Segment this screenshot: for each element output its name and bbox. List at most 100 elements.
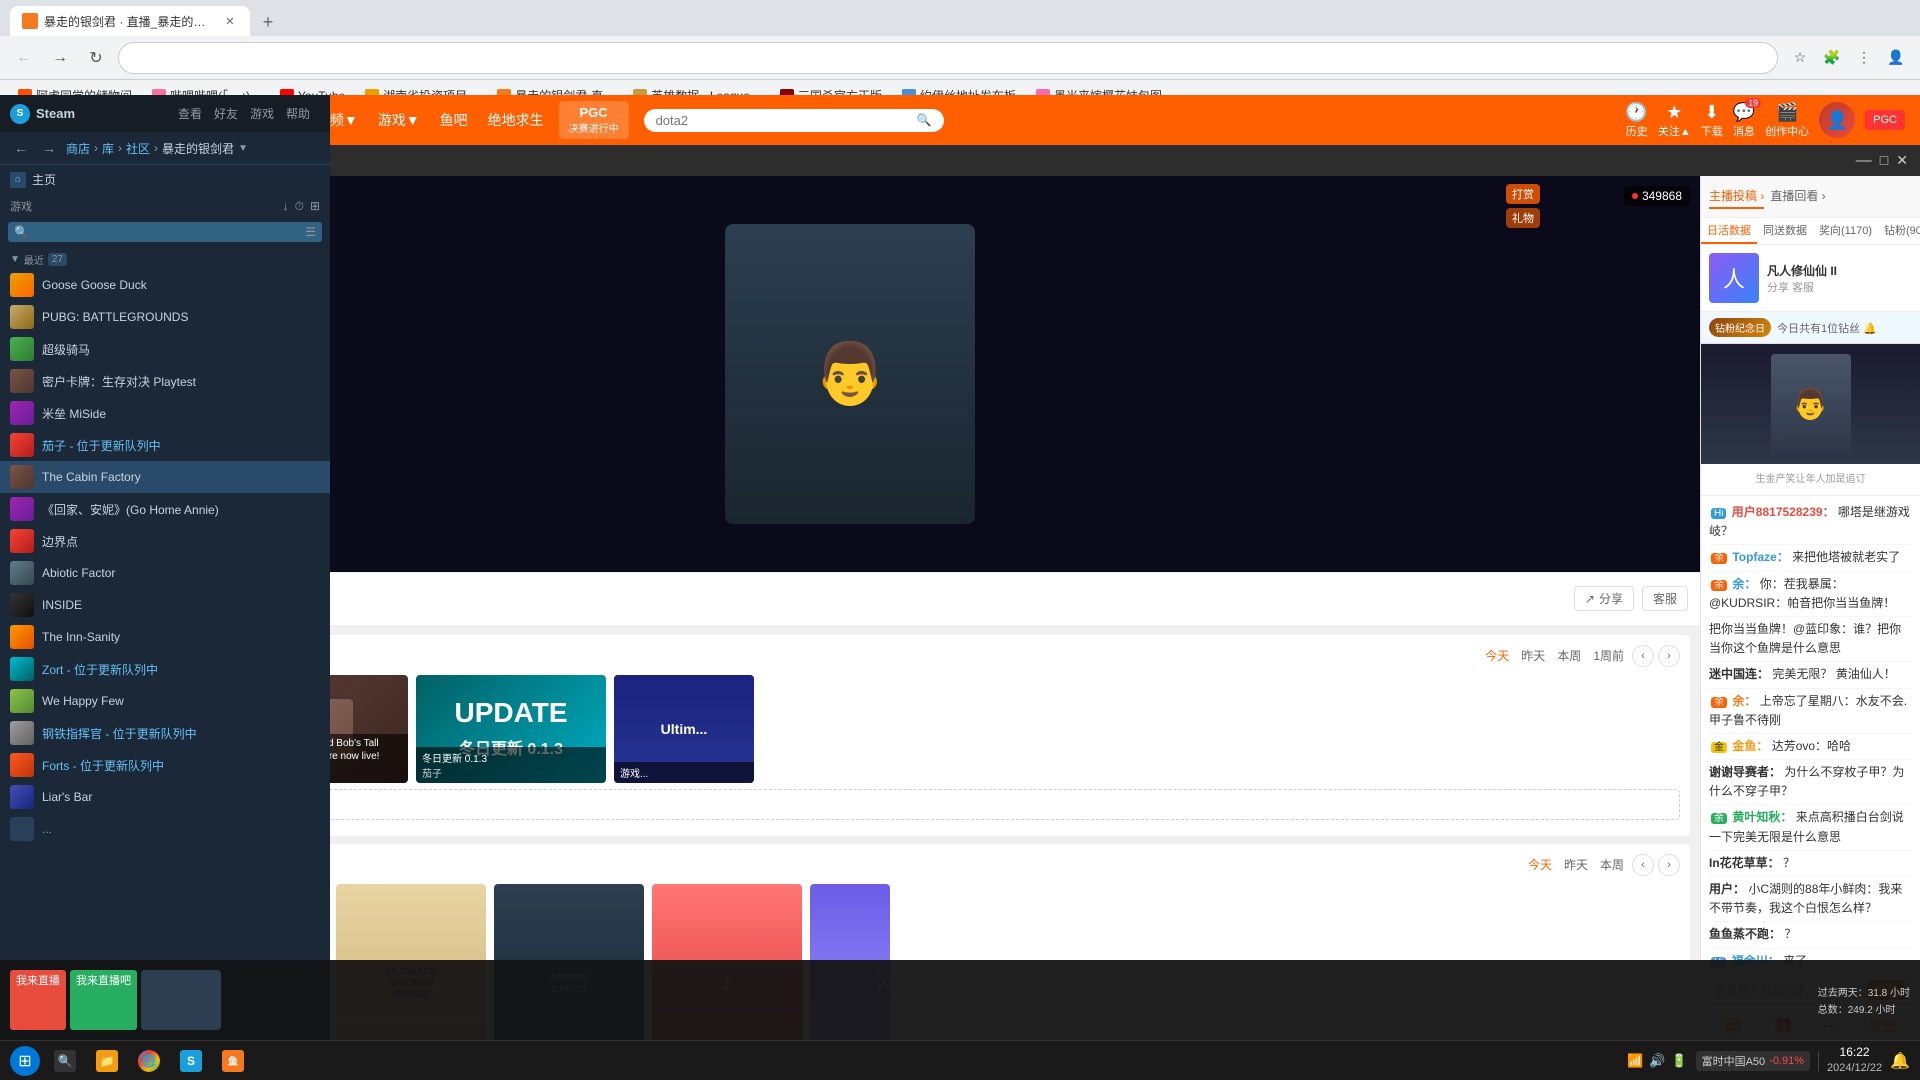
data-tab-prize[interactable]: 奖向(1170): [1813, 218, 1878, 244]
recent-next-btn[interactable]: ›: [1658, 854, 1680, 876]
steam-breadcrumb-current[interactable]: 暴走的银剑君 ▼: [162, 140, 248, 157]
news-item-4[interactable]: Ultim... 游戏...: [614, 675, 754, 783]
creator-btn[interactable]: 🎬 创作中心: [1765, 102, 1809, 139]
profile-icon[interactable]: 👤: [1882, 44, 1910, 72]
game-item-inn[interactable]: The Inn-Sanity: [0, 621, 330, 653]
bookmark-star-icon[interactable]: ☆: [1786, 44, 1814, 72]
steam-nav-view[interactable]: 查看: [178, 105, 202, 122]
steam-breadcrumb-library[interactable]: 库: [102, 140, 114, 157]
game-item-zort[interactable]: Zort - 位于更新队列中: [0, 653, 330, 685]
inn-name: The Inn-Sanity: [42, 630, 320, 644]
follow-btn[interactable]: ★ 关注▲: [1658, 102, 1691, 139]
download-btn[interactable]: ⬇ 下载: [1701, 102, 1723, 139]
date-tab-today[interactable]: 今天: [1485, 647, 1509, 664]
address-input[interactable]: douyu.com/2517837_r=0.34346788679809&dys…: [131, 50, 1765, 65]
start-btn[interactable]: ⊞: [10, 1046, 40, 1076]
game-item-unknown[interactable]: ...: [0, 813, 330, 845]
news-prev-btn[interactable]: ‹: [1632, 645, 1654, 667]
active-tab[interactable]: 暴走的银剑君 · 直播_暴走的银... - Douyu ✕: [10, 6, 250, 36]
date-tab-yesterday[interactable]: 昨天: [1521, 647, 1545, 664]
steam-back-btn[interactable]: ←: [10, 138, 32, 158]
game-item-pubg[interactable]: PUBG: BATTLEGROUNDS: [0, 301, 330, 333]
nav-fishbar[interactable]: 鱼吧: [440, 106, 468, 134]
recent-prev-btn[interactable]: ‹: [1632, 854, 1654, 876]
game-item-gohome[interactable]: 《回家、安妮》(Go Home Annie): [0, 493, 330, 525]
history-btn[interactable]: 🕐 历史: [1625, 102, 1647, 139]
section-expand-icon[interactable]: ▼: [10, 254, 20, 265]
steam-breadcrumb-store[interactable]: 商店: [66, 140, 90, 157]
search-submit-icon[interactable]: 🔍: [917, 113, 932, 127]
forward-btn[interactable]: →: [46, 44, 74, 72]
volume-icon[interactable]: 🔊: [1649, 1053, 1665, 1069]
network-icon[interactable]: 📶: [1627, 1053, 1643, 1069]
maximize-btn[interactable]: □: [1880, 152, 1888, 170]
game-item-inside[interactable]: INSIDE: [0, 589, 330, 621]
game-item-horse[interactable]: 超级骑马: [0, 333, 330, 365]
douyu-pgc[interactable]: PGC 决赛进行中: [559, 101, 629, 139]
report-btn[interactable]: 客服: [1642, 586, 1688, 611]
taskbar-douyu[interactable]: 鱼: [216, 1045, 250, 1077]
steam-nav-help[interactable]: 帮助: [286, 105, 310, 122]
taskbar-search[interactable]: 🔍: [48, 1045, 82, 1077]
extension-icon[interactable]: 🧩: [1818, 44, 1846, 72]
game-item-happy[interactable]: We Happy Few: [0, 685, 330, 717]
news-item-3[interactable]: UPDATE冬日更新 0.1.3 冬日更新 0.1.3 茄子: [416, 675, 606, 783]
game-item-forts[interactable]: Forts - 位于更新队列中: [0, 749, 330, 781]
game-sort-icon[interactable]: ↓: [283, 199, 289, 214]
steam-nav-friends[interactable]: 好友: [214, 105, 238, 122]
message-btn[interactable]: 💬 消息 19: [1733, 102, 1755, 139]
recent-tab-yesterday[interactable]: 昨天: [1564, 856, 1588, 873]
share-btn[interactable]: ↗ 分享: [1574, 586, 1634, 611]
taskbar-files[interactable]: 📁: [90, 1045, 124, 1077]
gift-btn-overlay[interactable]: 礼物: [1506, 208, 1540, 228]
recent-tab-week[interactable]: 本周: [1600, 856, 1624, 873]
steam-nav-games[interactable]: 游戏: [250, 105, 274, 122]
nav-games[interactable]: 游戏▼: [378, 106, 420, 134]
grid-icon[interactable]: ⊞: [310, 199, 320, 214]
game-search-input[interactable]: [33, 225, 301, 239]
menu-icon[interactable]: ⋮: [1850, 44, 1878, 72]
taskbar-steam[interactable]: S: [174, 1045, 208, 1077]
game-list: ▼ 最近 27 Goose Goose Duck PUBG: BATTLEGRO…: [0, 246, 330, 1011]
recent-tab-today[interactable]: 今天: [1528, 856, 1552, 873]
game-item-abiotic[interactable]: Abiotic Factor: [0, 557, 330, 589]
date-tab-lastweek[interactable]: 1周前: [1593, 647, 1624, 664]
game-item-steel[interactable]: 钢铁指挥官 - 位于更新队列中: [0, 717, 330, 749]
user-avatar[interactable]: 👤: [1819, 102, 1855, 138]
steam-logo: S Steam: [10, 104, 75, 124]
profile-tab-replay[interactable]: 直播回看 ›: [1770, 184, 1825, 209]
steam-breadcrumb-community[interactable]: 社区: [126, 140, 150, 157]
close-btn[interactable]: ✕: [1896, 152, 1908, 170]
refresh-btn[interactable]: ↻: [82, 44, 110, 72]
data-tab-fans[interactable]: 钻粉(90): [1878, 218, 1920, 244]
news-next-btn[interactable]: ›: [1658, 645, 1680, 667]
data-tab-daily[interactable]: 日活数据: [1701, 218, 1757, 244]
date-tab-week[interactable]: 本周: [1557, 647, 1581, 664]
filter-icon[interactable]: ☰: [305, 225, 316, 239]
profile-tab-posts[interactable]: 主播投稿 ›: [1709, 184, 1764, 209]
game-item-miside[interactable]: 米垒 MiSide: [0, 397, 330, 429]
douyu-search-input[interactable]: [656, 113, 911, 128]
game-item-cabin[interactable]: The Cabin Factory: [0, 461, 330, 493]
minimize-btn[interactable]: —: [1856, 152, 1872, 170]
game-item-border[interactable]: 边界点: [0, 525, 330, 557]
new-tab-btn[interactable]: +: [254, 8, 282, 36]
game-item-liar[interactable]: Liar's Bar: [0, 781, 330, 813]
taskbar-chrome[interactable]: 🌐: [132, 1045, 166, 1077]
douyu-search[interactable]: 🔍: [644, 109, 944, 132]
clock-icon[interactable]: ⏱: [295, 199, 304, 214]
nav-pubg[interactable]: 绝地求生: [488, 106, 544, 134]
battery-icon[interactable]: 🔋: [1671, 1053, 1687, 1069]
game-item-qiezi[interactable]: 茄子 - 位于更新队列中: [0, 429, 330, 461]
game-item-goosegooseduck[interactable]: Goose Goose Duck: [0, 269, 330, 301]
sidebar-main-menu[interactable]: ⌂ 主页: [0, 165, 330, 194]
notification-btn[interactable]: 🔔: [1890, 1051, 1910, 1071]
msg-text-4: 把你当当鱼牌！@蓝印象：谁？把你当你这个鱼牌是什么意思: [1709, 622, 1901, 655]
steam-forward-btn[interactable]: →: [38, 138, 60, 158]
data-tab-send[interactable]: 同送数据: [1757, 218, 1813, 244]
tab-close-btn[interactable]: ✕: [222, 13, 238, 29]
back-btn[interactable]: ←: [10, 44, 38, 72]
donate-btn-overlay[interactable]: 打赏: [1506, 184, 1540, 204]
address-bar[interactable]: douyu.com/2517837_r=0.34346788679809&dys…: [118, 42, 1778, 74]
game-item-playtest[interactable]: 密户卡牌：生存对决 Playtest: [0, 365, 330, 397]
